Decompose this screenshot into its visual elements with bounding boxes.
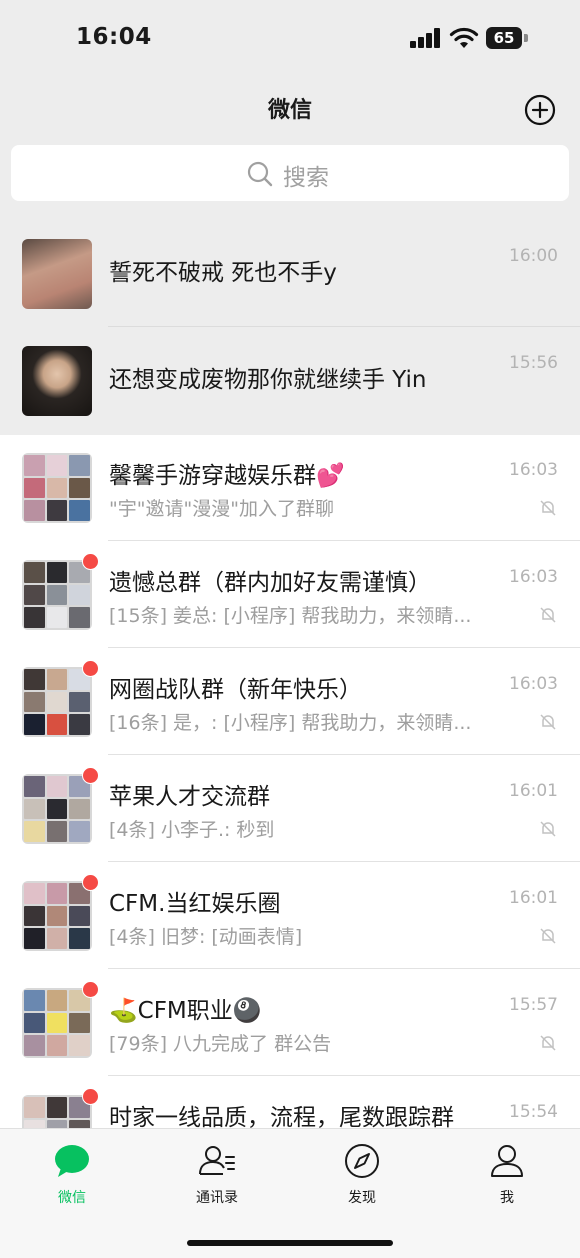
chat-preview: [79条] 八九完成了 群公告 <box>109 1033 332 1055</box>
mute-bell-icon <box>540 607 556 623</box>
unread-dot <box>82 553 99 570</box>
tab-me[interactable]: 我 <box>462 1141 552 1207</box>
chat-time: 16:03 <box>509 674 558 694</box>
unread-dot <box>82 981 99 998</box>
tab-discover[interactable]: 发现 <box>317 1141 407 1207</box>
chat-preview: "宇"邀请"漫漫"加入了群聊 <box>109 498 334 520</box>
chat-preview: [16条] 是，: [小程序] 帮我助力，来领睛... <box>109 712 472 734</box>
group-avatar <box>22 560 92 630</box>
chat-row[interactable]: 苹果人才交流群 [4条] 小李子.: 秒到 16:01 <box>0 755 580 862</box>
chat-name: CFM.当红娱乐圈 <box>109 891 281 917</box>
chat-time: 15:54 <box>509 1102 558 1122</box>
chat-preview: [4条] 小李子.: 秒到 <box>109 819 275 841</box>
page-title: 微信 <box>267 98 312 123</box>
mute-bell-icon <box>540 714 556 730</box>
avatar <box>22 239 92 309</box>
tab-bar: 微信 通讯录 发现 我 <box>0 1128 580 1258</box>
avatar <box>22 346 92 416</box>
tab-chats[interactable]: 微信 <box>27 1141 117 1207</box>
chat-name: 遗憾总群（群内加好友需谨慎） <box>109 570 431 596</box>
chat-name: 时家一线品质，流程，尾数跟踪群 <box>109 1105 454 1131</box>
chat-row[interactable]: 还想变成废物那你就继续手 Yin 15:56 <box>0 327 580 434</box>
add-plus-button[interactable] <box>524 94 556 126</box>
chat-row[interactable]: 誓死不破戒 死也不手y 16:00 <box>0 220 580 327</box>
tab-label: 我 <box>500 1190 514 1206</box>
mute-bell-icon <box>540 821 556 837</box>
chat-name: 馨馨手游穿越娱乐群💕 <box>109 463 345 489</box>
chat-row[interactable]: CFM.当红娱乐圈 [4条] 旧梦: [动画表情] 16:01 <box>0 862 580 969</box>
chat-row[interactable]: ⛳CFM职业🎱 [79条] 八九完成了 群公告 15:57 <box>0 969 580 1076</box>
search-placeholder: 搜索 <box>283 165 329 191</box>
person-icon <box>491 1145 523 1177</box>
chat-preview: [4条] 旧梦: [动画表情] <box>109 926 303 948</box>
unread-dot <box>82 660 99 677</box>
clock: 16:04 <box>76 24 152 50</box>
chat-row[interactable]: 网圈战队群（新年快乐） [16条] 是，: [小程序] 帮我助力，来领睛... … <box>0 648 580 755</box>
mute-bell-icon <box>540 500 556 516</box>
chat-name: 还想变成废物那你就继续手 Yin <box>109 367 427 393</box>
chat-time: 16:03 <box>509 460 558 480</box>
search-icon <box>247 161 273 187</box>
tab-label: 通讯录 <box>196 1190 238 1206</box>
battery-icon: 65 <box>486 27 522 49</box>
chat-time: 16:00 <box>509 246 558 266</box>
chat-time: 16:03 <box>509 567 558 587</box>
unread-dot <box>82 767 99 784</box>
group-avatar <box>22 881 92 951</box>
unread-dot <box>82 1088 99 1105</box>
wifi-icon <box>449 27 479 48</box>
battery-tip <box>524 34 528 42</box>
chat-bubble-icon <box>55 1145 89 1177</box>
chat-name: 苹果人才交流群 <box>109 784 270 810</box>
mute-bell-icon <box>540 1035 556 1051</box>
cellular-signal-icon <box>410 28 442 48</box>
group-avatar <box>22 667 92 737</box>
group-avatar <box>22 988 92 1058</box>
chat-time: 16:01 <box>509 781 558 801</box>
status-bar: 16:04 65 <box>0 0 580 78</box>
chat-row[interactable]: 遗憾总群（群内加好友需谨慎） [15条] 姜总: [小程序] 帮我助力，来领睛.… <box>0 541 580 648</box>
chat-name: 誓死不破戒 死也不手y <box>109 260 337 286</box>
chat-name: ⛳CFM职业🎱 <box>109 998 262 1024</box>
group-avatar <box>22 453 92 523</box>
tab-contacts[interactable]: 通讯录 <box>172 1141 262 1207</box>
chat-preview: [15条] 姜总: [小程序] 帮我助力，来领睛... <box>109 605 472 627</box>
chat-name: 网圈战队群（新年快乐） <box>109 677 362 703</box>
group-avatar <box>22 774 92 844</box>
chat-time: 16:01 <box>509 888 558 908</box>
home-indicator[interactable] <box>187 1240 393 1246</box>
mute-bell-icon <box>540 928 556 944</box>
compass-icon <box>345 1144 379 1178</box>
contacts-icon <box>199 1146 235 1175</box>
unread-dot <box>82 874 99 891</box>
tab-label: 微信 <box>58 1190 86 1206</box>
chat-time: 15:56 <box>509 353 558 373</box>
tab-label: 发现 <box>348 1190 376 1206</box>
chat-row[interactable]: 馨馨手游穿越娱乐群💕 "宇"邀请"漫漫"加入了群聊 16:03 <box>0 434 580 541</box>
chat-time: 15:57 <box>509 995 558 1015</box>
